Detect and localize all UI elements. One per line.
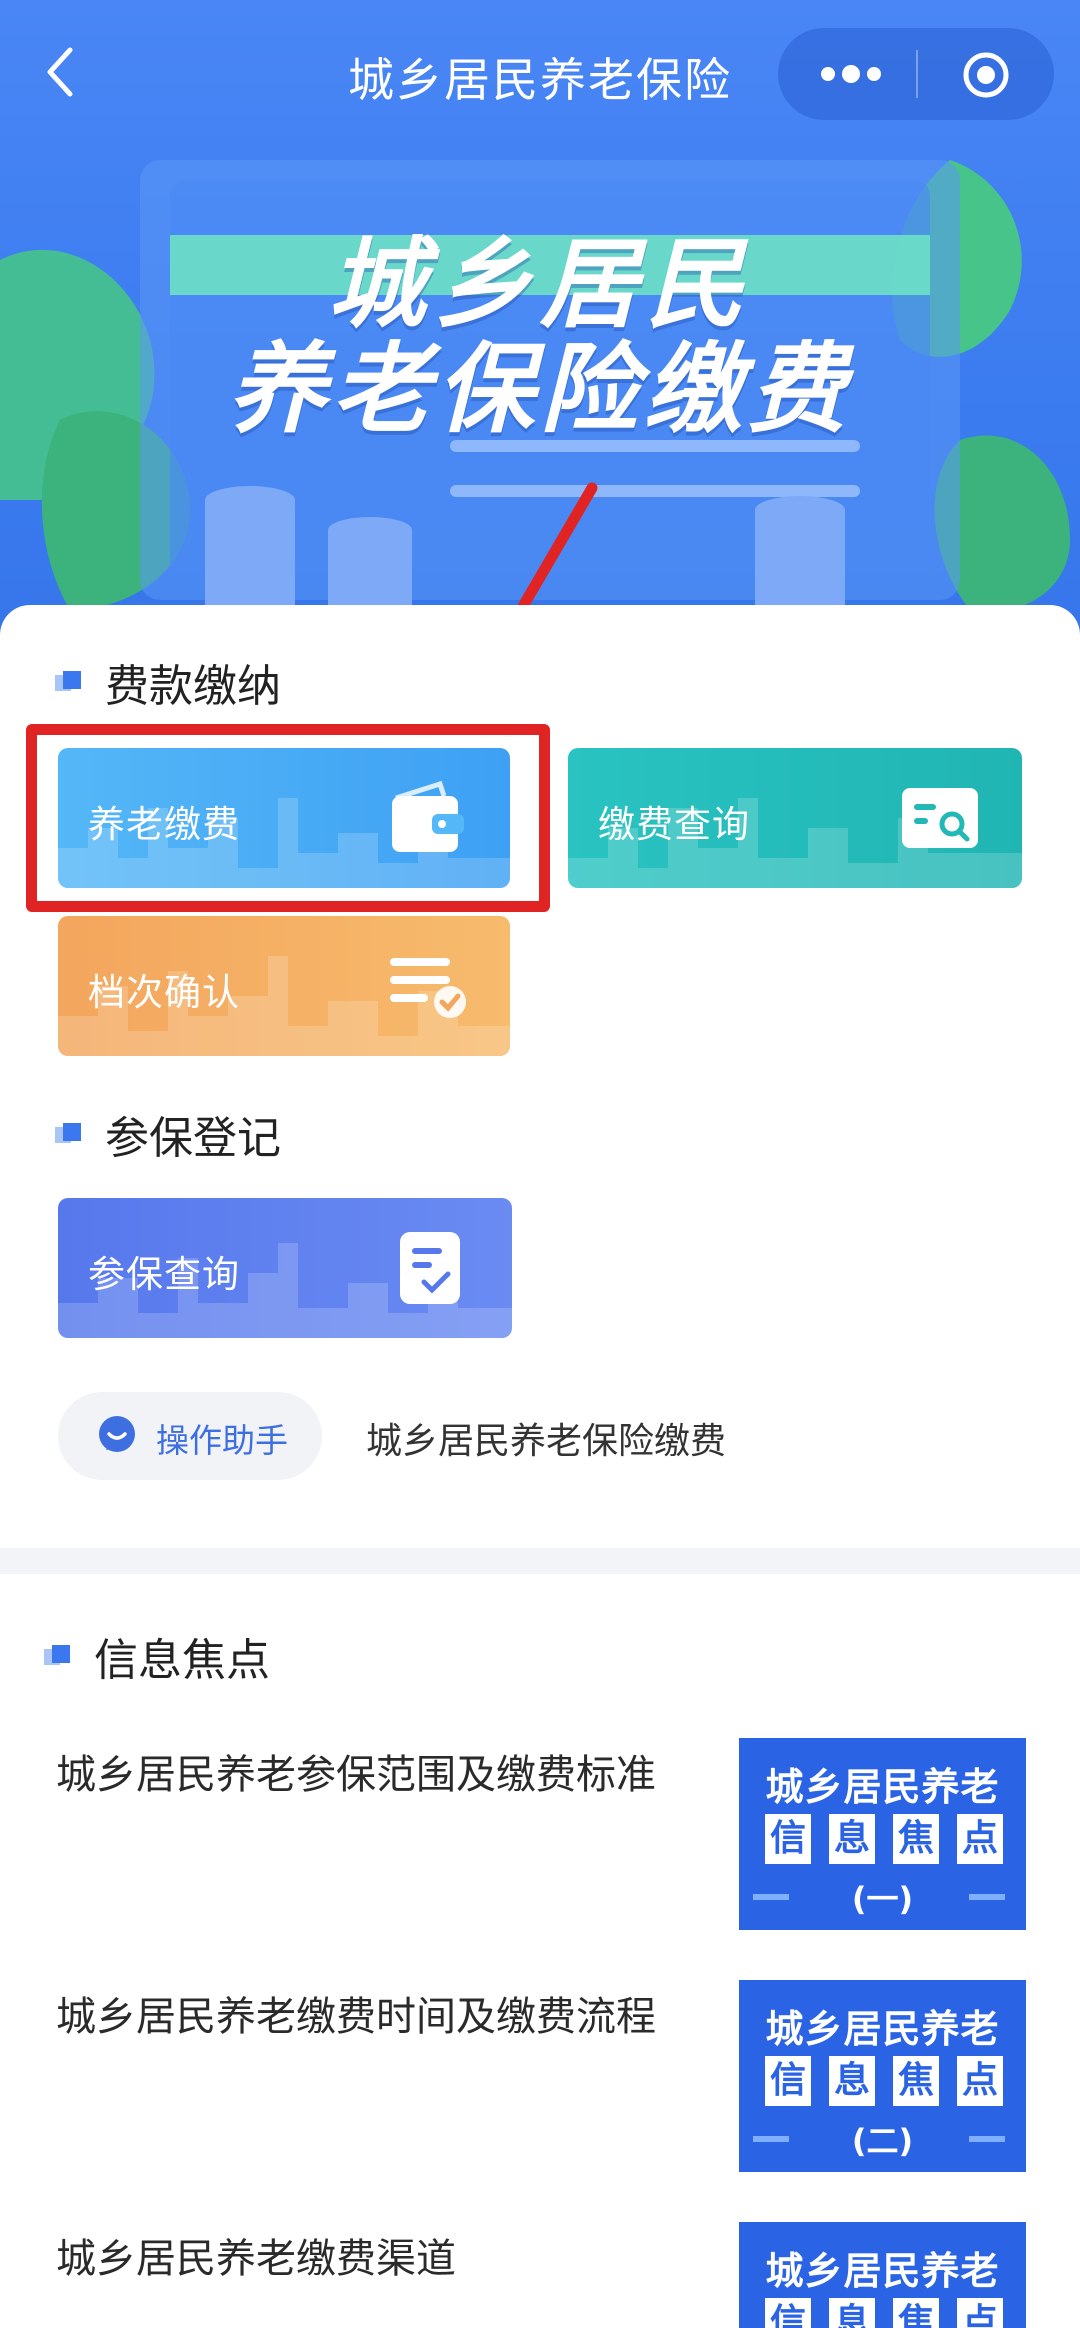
tile-label: 档次确认 [88,971,240,1014]
news-thumbnail: 城乡居民养老 信 息 焦 点 (一) [739,1738,1026,1930]
section-title: 参保登记 [105,1113,281,1164]
section-divider [0,1548,1080,1574]
insured-query-button[interactable]: 参保查询 [58,1198,512,1338]
thumb-char: 息 [829,2056,875,2106]
news-item-3[interactable]: 城乡居民养老缴费渠道 城乡居民养老 信 息 焦 点 [56,2222,1056,2328]
news-item-2[interactable]: 城乡居民养老缴费时间及缴费流程 城乡居民养老 信 息 焦 点 (二) [56,1980,1056,2180]
news-thumbnail: 城乡居民养老 信 息 焦 点 [739,2222,1026,2328]
document-check-icon [400,1232,460,1304]
thumb-line1: 城乡居民养老 [765,1765,1000,1809]
thumb-decoration [753,1894,789,1900]
section-header-insured: 参保登记 [55,1104,281,1164]
thumb-line1: 城乡居民养老 [765,2249,1000,2293]
target-icon[interactable] [961,50,1011,100]
thumb-decoration [969,1894,1005,1900]
mini-program-capsule [778,28,1054,120]
payment-query-button[interactable]: 缴费查询 [568,748,1022,888]
thumb-char: 信 [765,1814,811,1864]
grade-confirm-button[interactable]: 档次确认 [58,916,510,1056]
capsule-divider [916,50,918,98]
navigation-bar: 城乡居民养老保险 [0,0,1080,150]
thumb-decoration [969,2136,1005,2142]
news-title: 城乡居民养老缴费时间及缴费流程 [56,1994,656,2040]
thumb-char: 焦 [893,1814,939,1864]
thumb-char: 息 [829,2298,875,2328]
section-header-payment: 费款缴纳 [55,652,281,712]
section-marker-icon [55,671,83,693]
thumb-char: 点 [957,2298,1003,2328]
thumb-char: 信 [765,2056,811,2106]
thumb-char: 息 [829,1814,875,1864]
receipt-search-icon [902,788,978,848]
news-title: 城乡居民养老参保范围及缴费标准 [56,1752,656,1798]
thumb-decoration [753,2136,789,2142]
helper-label: 操作助手 [156,1421,288,1460]
list-check-icon [390,958,466,1018]
chat-bubble-icon [99,1416,135,1452]
section-marker-icon [55,1123,83,1145]
section-title: 费款缴纳 [105,661,281,712]
section-header-news: 信息焦点 [44,1626,270,1686]
thumb-line2: 信 息 焦 点 [765,2298,1003,2328]
helper-description: 城乡居民养老保险缴费 [366,1421,727,1462]
thumb-char: 点 [957,1814,1003,1864]
banner-title-line2: 养老保险缴费 [227,333,852,447]
thumb-char: 信 [765,2298,811,2328]
operation-assistant-button[interactable]: 操作助手 [58,1392,322,1480]
tile-label: 参保查询 [88,1253,240,1296]
news-item-1[interactable]: 城乡居民养老参保范围及缴费标准 城乡居民养老 信 息 焦 点 (一) [56,1738,1056,1938]
news-title: 城乡居民养老缴费渠道 [56,2236,456,2282]
thumb-line1: 城乡居民养老 [765,2007,1000,2051]
annotation-highlight-box [26,724,550,912]
section-title: 信息焦点 [94,1635,270,1686]
thumb-char: 焦 [893,2056,939,2106]
thumb-line2: 信 息 焦 点 [765,1814,1003,1864]
thumb-char: 焦 [893,2298,939,2328]
section-marker-icon [44,1645,72,1667]
tile-label: 缴费查询 [598,803,750,846]
more-dots-icon[interactable] [816,56,886,92]
news-thumbnail: 城乡居民养老 信 息 焦 点 (二) [739,1980,1026,2172]
thumb-char: 点 [957,2056,1003,2106]
thumb-line2: 信 息 焦 点 [765,2056,1003,2106]
